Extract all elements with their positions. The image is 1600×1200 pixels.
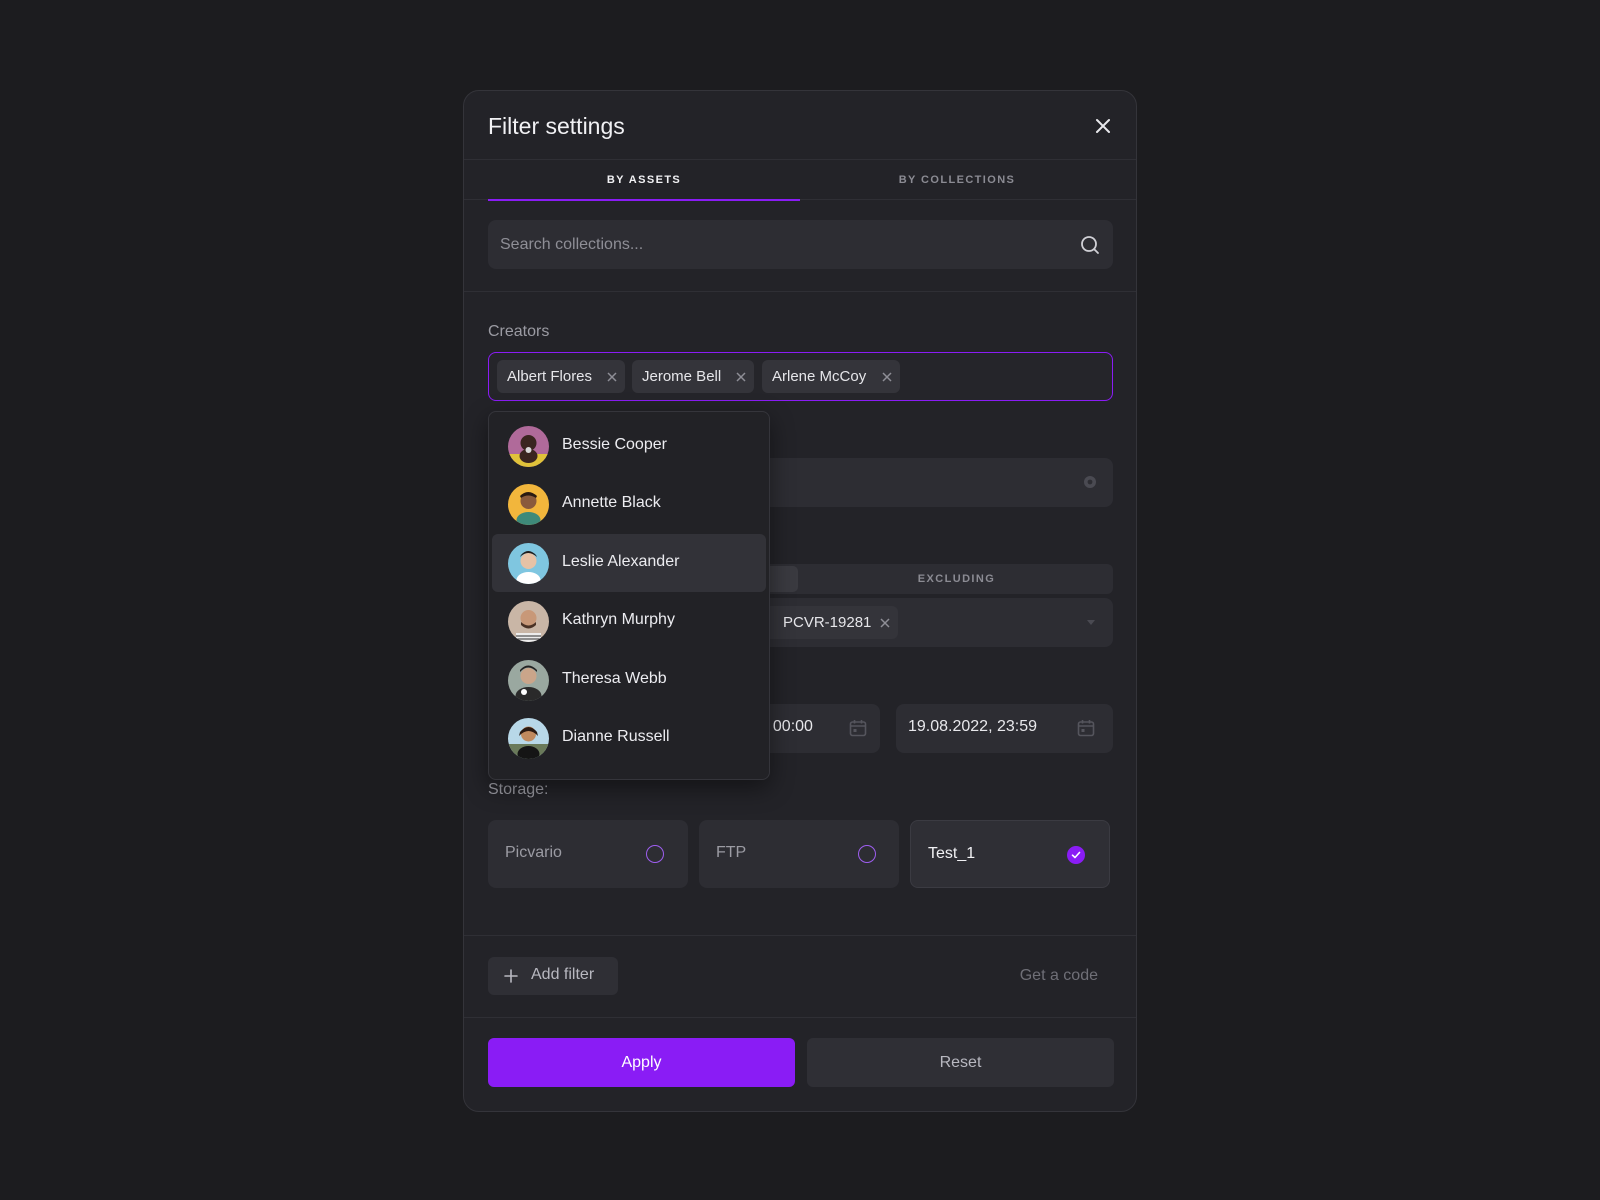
tag-chip: PCVR-19281 — [758, 606, 898, 639]
reset-button[interactable]: Reset — [807, 1038, 1114, 1087]
storage-option-label: Test_1 — [928, 845, 976, 862]
chip-label: Arlene McCoy — [772, 368, 867, 385]
avatar — [508, 718, 549, 759]
divider — [464, 935, 1136, 936]
modal-header: Filter settings — [464, 91, 1136, 160]
apply-button[interactable]: Apply — [488, 1038, 795, 1087]
search-icon[interactable] — [1080, 235, 1100, 255]
divider — [464, 291, 1136, 292]
storage-option-test-1[interactable]: Test_1 — [910, 820, 1110, 888]
get-code-link[interactable]: Get a code — [1020, 967, 1098, 985]
tab-bar: BY ASSETS BY COLLECTIONS — [464, 161, 1136, 201]
dropdown-item[interactable]: Kathryn Murphy — [492, 592, 766, 650]
creator-dropdown: Bessie Cooper Annette Black Leslie Alexa… — [488, 411, 770, 780]
creator-chip: Albert Flores — [497, 360, 625, 393]
radio-button[interactable] — [858, 845, 876, 863]
calendar-icon[interactable] — [849, 719, 867, 737]
divider — [464, 1017, 1136, 1018]
storage-label: Storage: — [488, 781, 549, 798]
chip-label: Albert Flores — [507, 368, 593, 385]
chip-remove-icon[interactable] — [880, 618, 890, 628]
date-to-value: 19.08.2022, 23:59 — [908, 718, 1038, 735]
close-button[interactable] — [1092, 115, 1114, 137]
dropdown-item[interactable]: Annette Black — [492, 475, 766, 533]
calendar-icon[interactable] — [1077, 719, 1095, 737]
dropdown-item[interactable]: Theresa Webb — [492, 651, 766, 709]
chevron-down-icon[interactable] — [1087, 620, 1095, 625]
chip-label: PCVR-19281 — [783, 614, 872, 631]
dropdown-item-name: Bessie Cooper — [562, 436, 667, 453]
filter-settings-modal: Filter settings BY ASSETS BY COLLECTIONS… — [463, 90, 1137, 1112]
storage-option-label: FTP — [716, 844, 747, 861]
dropdown-item-name: Annette Black — [562, 494, 661, 511]
chip-remove-icon[interactable] — [882, 372, 892, 382]
tab-by-collections[interactable]: BY COLLECTIONS — [801, 161, 1113, 200]
check-icon — [1071, 851, 1081, 859]
avatar — [508, 426, 549, 467]
dropdown-item-name: Dianne Russell — [562, 728, 670, 745]
dropdown-item-name: Leslie Alexander — [562, 553, 680, 570]
chip-remove-icon[interactable] — [607, 372, 617, 382]
dropdown-item[interactable]: Bessie Cooper — [492, 417, 766, 475]
date-from-value: , 00:00 — [764, 718, 813, 735]
storage-option-picvario[interactable]: Picvario — [488, 820, 688, 888]
chip-remove-icon[interactable] — [736, 372, 746, 382]
dropdown-item[interactable]: Leslie Alexander — [492, 534, 766, 592]
search-input[interactable] — [500, 220, 1060, 269]
storage-option-label: Picvario — [505, 844, 562, 861]
storage-option-ftp[interactable]: FTP — [699, 820, 899, 888]
segment-excluding[interactable]: EXCLUDING — [800, 564, 1113, 594]
dropdown-item-name: Kathryn Murphy — [562, 611, 675, 628]
radio-button-checked[interactable] — [1067, 846, 1085, 864]
add-filter-label: Add filter — [531, 966, 595, 983]
date-to-field[interactable]: 19.08.2022, 23:59 — [896, 704, 1113, 753]
modal-title: Filter settings — [488, 113, 625, 139]
avatar — [508, 484, 549, 525]
avatar — [508, 543, 549, 584]
creators-field[interactable]: Albert Flores Jerome Bell Arlene McCoy — [488, 352, 1113, 401]
chip-label: Jerome Bell — [642, 368, 722, 385]
avatar — [508, 660, 549, 701]
creators-label: Creators — [488, 323, 550, 340]
add-filter-button[interactable]: Add filter — [488, 957, 618, 995]
creator-chip: Jerome Bell — [632, 360, 754, 393]
search-field — [488, 220, 1113, 269]
tab-by-assets[interactable]: BY ASSETS — [488, 161, 800, 201]
plus-icon — [504, 969, 518, 983]
dropdown-item[interactable]: Dianne Russell — [492, 709, 766, 767]
gear-icon[interactable] — [1081, 473, 1099, 491]
close-icon — [1096, 119, 1110, 133]
dropdown-item-name: Theresa Webb — [562, 670, 667, 687]
radio-button[interactable] — [646, 845, 664, 863]
creator-chip: Arlene McCoy — [762, 360, 900, 393]
avatar — [508, 601, 549, 642]
